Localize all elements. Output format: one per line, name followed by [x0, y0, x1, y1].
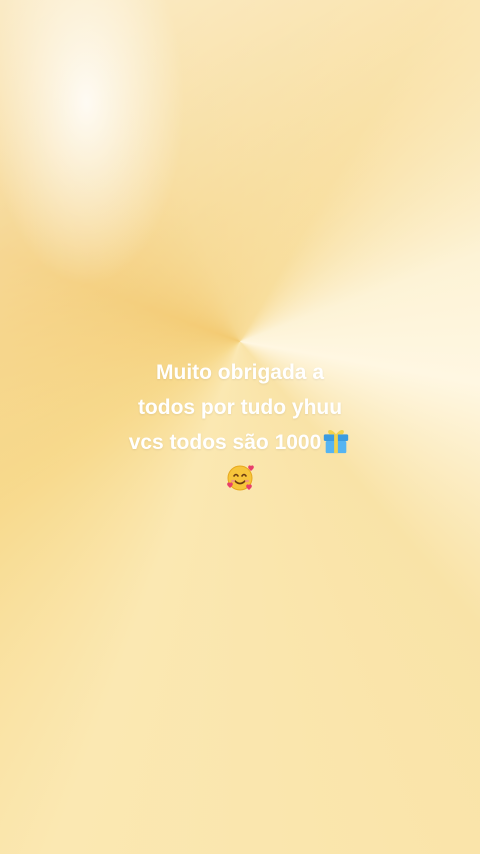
caption-line-3-wrap: vcs todos são 1000 — [40, 425, 440, 460]
smiling-face-with-hearts-icon — [227, 465, 254, 491]
caption-line-1: Muito obrigada a — [156, 361, 324, 384]
caption-line-4 — [40, 460, 440, 495]
caption-line-3: vcs todos são 1000 — [128, 431, 322, 454]
gift-icon — [324, 430, 349, 454]
caption-line-2: todos por tudo yhuu — [137, 396, 343, 419]
caption-text: Muito obrigada a todos por tudo yhuu vcs… — [40, 355, 440, 495]
